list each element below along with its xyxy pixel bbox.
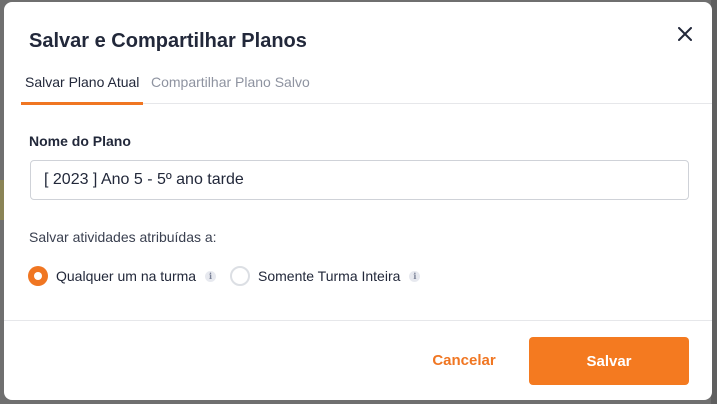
close-icon [678, 27, 692, 41]
save-share-plans-dialog: Salvar e Compartilhar Planos Salvar Plan… [4, 2, 712, 400]
radio-label: Somente Turma Inteira [258, 268, 401, 284]
info-icon[interactable]: i [409, 270, 421, 282]
radio-button-unchecked[interactable] [230, 266, 250, 286]
info-icon[interactable]: i [205, 270, 217, 282]
radio-button-checked[interactable] [28, 266, 48, 286]
footer-divider [4, 320, 712, 321]
radio-option-anyone-in-class[interactable]: Qualquer um na turma i [28, 266, 217, 286]
close-button[interactable] [672, 21, 698, 47]
plan-name-label: Nome do Plano [29, 133, 131, 149]
radio-label: Qualquer um na turma [56, 268, 197, 284]
plan-name-input[interactable] [30, 160, 689, 200]
tab-bar: Salvar Plano Atual Compartilhar Plano Sa… [21, 72, 712, 105]
dialog-title: Salvar e Compartilhar Planos [29, 30, 307, 52]
radio-dot [34, 272, 42, 280]
assign-activities-label: Salvar atividades atribuídas a: [29, 229, 217, 245]
tab-save-current-plan[interactable]: Salvar Plano Atual [21, 72, 144, 105]
save-button[interactable]: Salvar [529, 337, 689, 385]
tab-share-saved-plan[interactable]: Compartilhar Plano Salvo [147, 72, 314, 102]
radio-option-whole-class-only[interactable]: Somente Turma Inteira i [230, 266, 421, 286]
cancel-button[interactable]: Cancelar [418, 337, 510, 383]
